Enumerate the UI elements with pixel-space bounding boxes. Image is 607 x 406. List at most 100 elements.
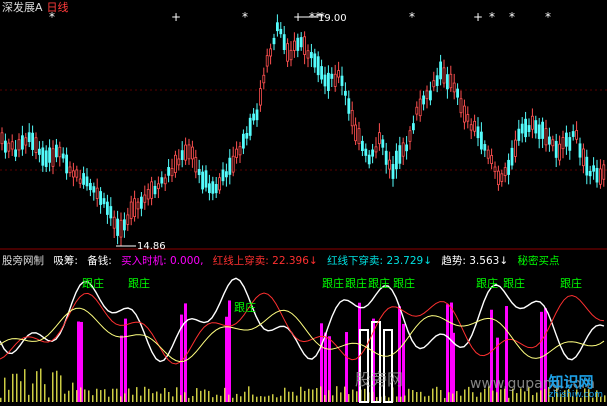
candle-body xyxy=(354,124,358,142)
indicator-bar-yellow xyxy=(192,395,194,402)
indicator-bar-yellow xyxy=(412,390,414,402)
indicator-bar-yellow xyxy=(604,395,606,402)
indicator-bar-yellow xyxy=(340,392,342,402)
candle-body xyxy=(258,88,262,106)
signal-label: 跟庄 xyxy=(345,276,367,290)
signal-label: 跟庄 xyxy=(322,276,344,290)
candle-body xyxy=(112,216,116,229)
indicator-bar-yellow xyxy=(516,393,518,402)
indicator-bar-yellow xyxy=(532,395,534,402)
candle-body xyxy=(92,186,96,193)
candle-body xyxy=(490,155,494,164)
candle-body xyxy=(214,184,218,194)
candle-body xyxy=(452,82,456,93)
candle-body xyxy=(405,144,409,152)
indicator-bar-yellow xyxy=(4,377,6,402)
candle-body xyxy=(31,132,35,150)
indicator-bar-yellow xyxy=(536,392,538,402)
indicator-bar-yellow xyxy=(212,397,214,402)
indicator-bar-yellow xyxy=(56,370,58,402)
candle-body xyxy=(207,183,211,194)
indicator-bar-yellow xyxy=(492,390,494,402)
candle-body xyxy=(123,219,126,231)
indicator-bar-yellow xyxy=(432,388,434,402)
indicator-bar-yellow xyxy=(448,392,450,402)
indicator-bar-yellow xyxy=(276,397,278,402)
candle-body xyxy=(235,148,239,158)
indicator-bar-yellow xyxy=(48,397,50,402)
candle-body xyxy=(99,191,102,205)
indicator-bar-yellow xyxy=(96,388,98,402)
candle-body xyxy=(320,66,324,80)
candle-body xyxy=(408,130,412,142)
candle-body xyxy=(27,132,31,143)
candle-body xyxy=(231,155,235,173)
indicator-bar-yellow xyxy=(160,393,162,402)
candle-body xyxy=(425,90,429,100)
candle-body xyxy=(333,73,337,87)
candle-body xyxy=(588,170,592,177)
candle-body xyxy=(384,150,388,165)
indicator-bar-yellow xyxy=(496,392,498,402)
indicator-bar-yellow xyxy=(336,386,338,402)
indicator-bar-yellow xyxy=(464,389,466,402)
indicator-bar-yellow xyxy=(136,387,138,402)
indicator-bar-yellow xyxy=(416,392,418,402)
candle-body xyxy=(139,196,143,209)
candle-body xyxy=(156,183,160,190)
indicator-bar-yellow xyxy=(540,390,542,402)
indicator-bar-yellow xyxy=(328,390,330,402)
indicator-bar-yellow xyxy=(108,396,110,402)
candlestick-chart[interactable]: * + * + * ** * + * * * 19.00 14.86 xyxy=(0,0,607,250)
candle-body xyxy=(51,148,55,167)
candle-body xyxy=(245,133,249,139)
indicator-bar-yellow xyxy=(320,386,322,402)
candle-body xyxy=(296,37,300,51)
indicator-bar-magenta xyxy=(446,304,449,402)
candle-body xyxy=(197,169,201,176)
candle-body xyxy=(187,144,191,160)
candle-body xyxy=(313,53,317,68)
candle-body xyxy=(58,146,62,158)
candle-body xyxy=(4,140,7,153)
indicator-bar-white xyxy=(383,329,393,403)
candle-body xyxy=(561,137,565,150)
candle-body xyxy=(133,198,137,217)
candle-body xyxy=(224,171,228,178)
indicator-bar-yellow xyxy=(256,396,258,402)
candle-body xyxy=(116,218,119,236)
indicator-bar-yellow xyxy=(120,396,122,402)
candle-body xyxy=(462,105,466,123)
indicator-bar-yellow xyxy=(204,389,206,402)
indicator-bar-yellow xyxy=(400,396,402,402)
signal-label: 跟庄 xyxy=(234,300,256,314)
candle-body xyxy=(160,177,164,184)
candle-body xyxy=(428,90,432,101)
candle-body xyxy=(167,167,171,176)
indicator-line-yellow xyxy=(0,307,605,363)
indicator-bar-yellow xyxy=(304,390,306,402)
candle-body xyxy=(252,113,256,121)
indicator-bar-yellow xyxy=(104,389,106,402)
indicator-bar-yellow xyxy=(140,395,142,402)
candle-body xyxy=(75,169,79,178)
candle-body xyxy=(109,206,113,219)
candle-body xyxy=(507,159,511,175)
candle-body xyxy=(340,75,344,86)
indicator-bar-yellow xyxy=(436,386,438,402)
signal-label: 跟庄 xyxy=(476,276,498,290)
indicator-bar-yellow xyxy=(292,391,294,402)
candle-body xyxy=(272,37,276,45)
candle-body xyxy=(473,120,477,132)
candle-body xyxy=(493,166,497,173)
candle-body xyxy=(330,73,334,79)
candle-body xyxy=(55,144,58,158)
indicator-bar-yellow xyxy=(248,386,250,402)
candle-body xyxy=(422,95,426,105)
candle-body xyxy=(106,201,109,215)
indicator-line-white xyxy=(0,277,605,363)
candle-body xyxy=(479,131,483,150)
indicator-bar-yellow xyxy=(200,390,202,402)
signal-marker: * xyxy=(489,10,495,24)
watermark-text: 股旁网 xyxy=(355,370,404,389)
